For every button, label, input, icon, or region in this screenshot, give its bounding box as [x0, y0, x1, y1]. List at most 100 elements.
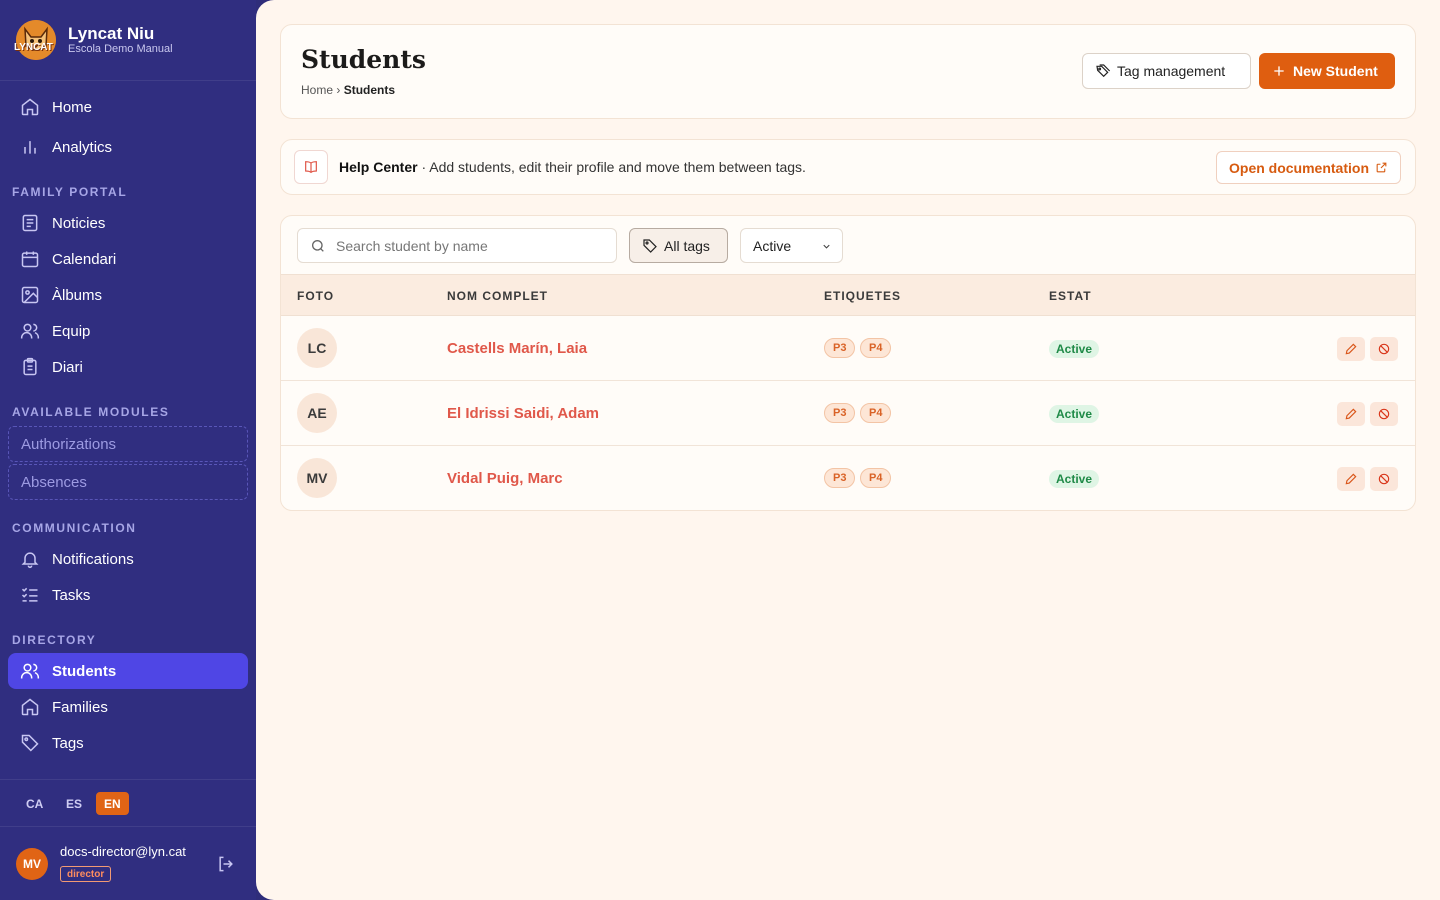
section-communication: COMMUNICATION	[12, 521, 137, 535]
edit-button[interactable]	[1337, 402, 1365, 426]
search-icon	[312, 239, 324, 252]
deactivate-button[interactable]	[1370, 337, 1398, 361]
open-documentation-label: Open documentation	[1229, 159, 1369, 176]
section-directory: DIRECTORY	[12, 633, 97, 647]
nav-diari[interactable]: Diari	[8, 349, 248, 385]
student-avatar: LC	[297, 328, 337, 368]
student-avatar: MV	[297, 458, 337, 498]
status-select[interactable]: Active	[740, 228, 843, 263]
brand-header: LYNCAT Lyncat Niu Escola Demo Manual	[0, 0, 256, 81]
nav-label: Equip	[52, 322, 91, 340]
help-center-title: Help Center	[339, 159, 418, 175]
table-row[interactable]: AE El Idrissi Saidi, Adam P3 P4 Active	[281, 381, 1415, 446]
deactivate-button[interactable]	[1370, 467, 1398, 491]
tag-management-button[interactable]: Tag management	[1082, 53, 1251, 89]
nav-home[interactable]: Home	[8, 89, 248, 125]
users-icon	[20, 661, 40, 681]
student-name-link[interactable]: Castells Marín, Laia	[447, 340, 587, 357]
newspaper-icon	[20, 213, 40, 233]
external-link-icon	[1376, 162, 1387, 173]
search-field[interactable]	[297, 228, 617, 263]
nav-analytics[interactable]: Analytics	[8, 129, 248, 165]
tag-badge: P4	[860, 468, 892, 488]
edit-button[interactable]	[1337, 337, 1365, 361]
status-badge: Active	[1049, 470, 1100, 488]
nav-noticies[interactable]: Noticies	[8, 205, 248, 241]
open-documentation-button[interactable]: Open documentation	[1216, 151, 1401, 184]
ban-icon	[1378, 473, 1390, 485]
pencil-icon	[1345, 473, 1357, 485]
status-select-value: Active	[753, 237, 792, 254]
table-row[interactable]: MV Vidal Puig, Marc P3 P4 Active	[281, 446, 1415, 510]
module-authorizations[interactable]: Authorizations	[8, 426, 248, 462]
lyncat-logo[interactable]	[16, 20, 56, 60]
edit-button[interactable]	[1337, 467, 1365, 491]
help-center-text: Help Center · Add students, edit their p…	[339, 159, 806, 175]
tags-filter-label: All tags	[664, 237, 710, 254]
nav-equip[interactable]: Equip	[8, 313, 248, 349]
new-student-label: New Student	[1293, 63, 1378, 79]
tag-badge: P3	[824, 468, 856, 488]
section-available-modules: AVAILABLE MODULES	[12, 405, 170, 419]
bell-icon	[20, 549, 40, 569]
nav-calendari[interactable]: Calendari	[8, 241, 248, 277]
tasklist-icon	[20, 585, 40, 605]
help-center-description: · Add students, edit their profile and m…	[417, 159, 806, 175]
house-icon	[20, 697, 40, 717]
tags-filter-button[interactable]: All tags	[629, 228, 728, 263]
search-input[interactable]	[336, 237, 596, 254]
student-avatar: AE	[297, 393, 337, 433]
tag-badge: P3	[824, 338, 856, 358]
module-absences[interactable]: Absences	[8, 464, 248, 500]
table-row[interactable]: LC Castells Marín, Laia P3 P4 Active	[281, 316, 1415, 381]
main-content: Students Home › Students Tag management …	[256, 0, 1440, 900]
breadcrumb-current: Students	[343, 83, 396, 97]
school-name: Escola Demo Manual	[68, 43, 173, 55]
lang-es-button[interactable]: ES	[58, 792, 90, 815]
avatar[interactable]: MV	[16, 848, 48, 880]
lang-en-button[interactable]: EN	[96, 792, 129, 815]
column-name[interactable]: NOM COMPLET	[447, 289, 548, 303]
tag-icon	[643, 238, 657, 253]
column-tags[interactable]: ETIQUETES	[824, 289, 901, 303]
nav-label: Tasks	[52, 586, 91, 604]
logout-icon[interactable]	[216, 854, 236, 874]
page-title: Students	[301, 45, 426, 74]
language-switcher: CA ES EN	[0, 779, 256, 827]
column-photo[interactable]: FOTO	[297, 289, 334, 303]
plus-icon	[1274, 66, 1284, 76]
role-badge: director	[60, 866, 112, 882]
nav-label: Families	[52, 698, 108, 716]
logo-wordmark: LYNCAT	[14, 42, 53, 53]
nav-notifications[interactable]: Notifications	[8, 541, 248, 577]
student-name-link[interactable]: Vidal Puig, Marc	[447, 470, 563, 487]
book-icon	[294, 150, 328, 184]
app-name: Lyncat Niu	[68, 24, 155, 43]
tag-icon	[20, 733, 40, 753]
column-status[interactable]: ESTAT	[1049, 289, 1092, 303]
nav-students[interactable]: Students	[8, 653, 248, 689]
nav-families[interactable]: Families	[8, 689, 248, 725]
student-name-link[interactable]: El Idrissi Saidi, Adam	[447, 405, 599, 422]
nav-label: Notifications	[52, 550, 134, 568]
nav-label: Home	[52, 98, 93, 116]
nav-label: Diari	[52, 358, 83, 376]
nav-albums[interactable]: Àlbums	[8, 277, 248, 313]
tag-badge: P3	[824, 403, 856, 423]
nav-label: Noticies	[52, 214, 106, 232]
house-icon	[20, 97, 40, 117]
nav-label: Àlbums	[52, 286, 103, 304]
table-header: FOTO NOM COMPLET ETIQUETES ESTAT	[281, 274, 1415, 316]
clipboard-icon	[20, 357, 40, 377]
new-student-button[interactable]: New Student	[1259, 53, 1395, 89]
breadcrumb-home[interactable]: Home	[301, 83, 333, 97]
ban-icon	[1378, 343, 1390, 355]
nav-label: Analytics	[52, 138, 113, 156]
section-family-portal: FAMILY PORTAL	[12, 185, 128, 199]
deactivate-button[interactable]	[1370, 402, 1398, 426]
nav-tags[interactable]: Tags	[8, 725, 248, 761]
breadcrumb: Home › Students	[301, 83, 395, 97]
user-email: docs-director@lyn.cat	[60, 844, 186, 859]
lang-ca-button[interactable]: CA	[18, 792, 51, 815]
nav-tasks[interactable]: Tasks	[8, 577, 248, 613]
